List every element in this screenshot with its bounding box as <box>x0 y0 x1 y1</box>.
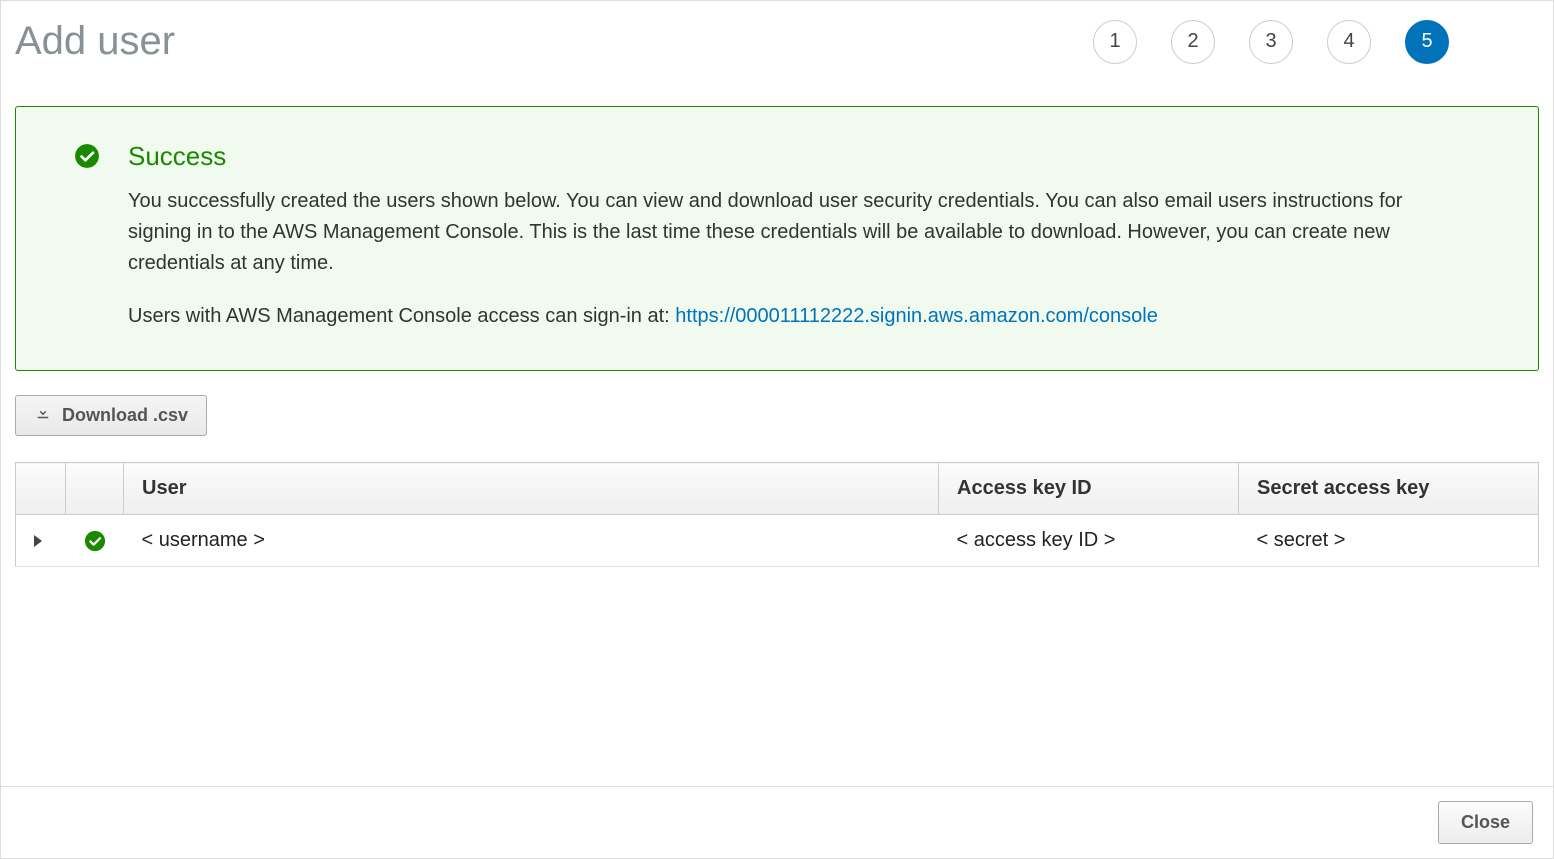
header-row: Add user 1 2 3 4 5 <box>15 19 1539 64</box>
row-access-key-id: < access key ID > <box>939 515 1239 567</box>
success-signin-prefix: Users with AWS Management Console access… <box>128 305 675 327</box>
success-check-icon <box>84 530 106 552</box>
users-table: User Access key ID Secret access key < u… <box>15 462 1539 567</box>
main-content: Add user 1 2 3 4 5 Success You successfu… <box>1 1 1553 786</box>
success-message: You successfully created the users shown… <box>128 186 1448 279</box>
wizard-stepper: 1 2 3 4 5 <box>1093 20 1539 64</box>
success-check-icon <box>74 143 100 332</box>
success-title: Success <box>128 141 1500 172</box>
success-signin-line: Users with AWS Management Console access… <box>128 301 1500 332</box>
download-csv-label: Download .csv <box>62 405 188 426</box>
download-csv-button[interactable]: Download .csv <box>15 395 207 436</box>
wizard-step-3[interactable]: 3 <box>1249 20 1293 64</box>
wizard-step-5[interactable]: 5 <box>1405 20 1449 64</box>
row-secret: < secret > <box>1239 515 1539 567</box>
page-container: Add user 1 2 3 4 5 Success You successfu… <box>0 0 1554 859</box>
col-status <box>66 463 124 515</box>
wizard-step-2[interactable]: 2 <box>1171 20 1215 64</box>
download-icon <box>34 404 52 427</box>
close-button[interactable]: Close <box>1438 801 1533 844</box>
wizard-step-1[interactable]: 1 <box>1093 20 1137 64</box>
footer: Close <box>1 786 1553 858</box>
col-access-key-id: Access key ID <box>939 463 1239 515</box>
success-body: Success You successfully created the use… <box>128 141 1500 332</box>
page-title: Add user <box>15 19 175 64</box>
success-alert: Success You successfully created the use… <box>15 106 1539 371</box>
row-user: < username > <box>124 515 939 567</box>
table-row: < username > < access key ID > < secret … <box>16 515 1539 567</box>
col-secret: Secret access key <box>1239 463 1539 515</box>
col-user: User <box>124 463 939 515</box>
col-expand <box>16 463 66 515</box>
signin-url-link[interactable]: https://000011112222.signin.aws.amazon.c… <box>675 305 1158 327</box>
caret-right-icon[interactable] <box>34 535 42 547</box>
wizard-step-4[interactable]: 4 <box>1327 20 1371 64</box>
